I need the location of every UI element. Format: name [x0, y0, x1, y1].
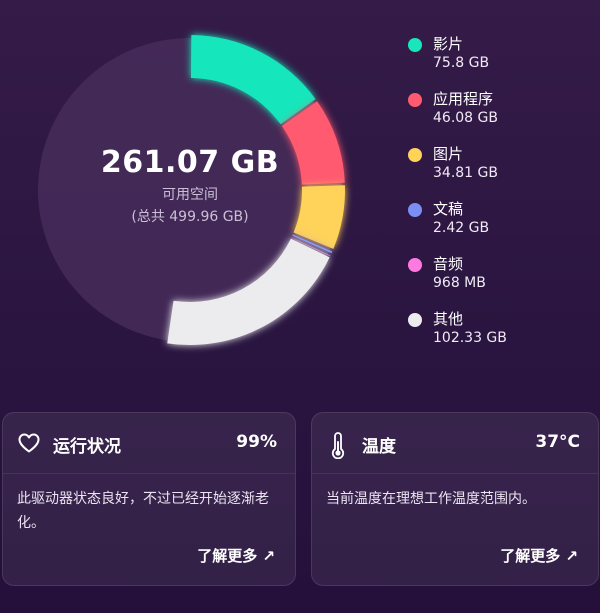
temperature-description: 当前温度在理想工作温度范围内。 [326, 491, 536, 507]
total-capacity-label: (总共 499.96 GB) [131, 209, 249, 225]
temperature-value: 37°C [535, 432, 580, 452]
health-description: 此驱动器状态良好，不过已经开始逐渐老化。 [17, 491, 269, 531]
legend-label: 应用程序 [433, 90, 494, 108]
legend-dot-other [408, 313, 422, 327]
free-space-summary: 261.07 GB 可用空间 (总共 499.96 GB) [80, 145, 300, 226]
legend-item-photos: 图片 34.81 GB [408, 143, 588, 198]
free-space-label: 可用空间 [162, 187, 218, 203]
legend-item-other: 其他 102.33 GB [408, 308, 588, 363]
legend-item-movies: 影片 75.8 GB [408, 33, 588, 88]
legend-dot-apps [408, 93, 422, 107]
heart-icon [17, 431, 41, 459]
legend-dot-audio [408, 258, 422, 272]
storage-legend: 影片 75.8 GB 应用程序 46.08 GB 图片 34.81 GB 文稿 … [408, 33, 588, 363]
health-title: 运行状况 [53, 437, 121, 457]
legend-label: 其他 [433, 310, 464, 328]
legend-dot-documents [408, 203, 422, 217]
legend-label: 文稿 [433, 200, 464, 218]
temperature-learn-more-link[interactable]: 了解更多 ↗ [500, 545, 578, 566]
legend-size: 968 MB [433, 275, 486, 291]
legend-dot-movies [408, 38, 422, 52]
health-value: 99% [236, 432, 277, 452]
temperature-title: 温度 [362, 437, 396, 457]
legend-label: 图片 [433, 145, 464, 163]
legend-label: 音频 [433, 255, 464, 273]
legend-label: 影片 [433, 35, 464, 53]
legend-size: 75.8 GB [433, 55, 490, 71]
free-space-value: 261.07 GB [100, 145, 280, 180]
thermometer-icon [326, 431, 350, 463]
legend-item-apps: 应用程序 46.08 GB [408, 88, 588, 143]
legend-size: 2.42 GB [433, 220, 490, 236]
legend-size: 102.33 GB [433, 330, 507, 346]
legend-item-audio: 音频 968 MB [408, 253, 588, 308]
legend-size: 46.08 GB [433, 110, 498, 126]
health-learn-more-link[interactable]: 了解更多 ↗ [197, 545, 275, 566]
temperature-card-header: 温度 37°C [312, 413, 598, 474]
temperature-card: 温度 37°C 当前温度在理想工作温度范围内。 了解更多 ↗ [311, 412, 599, 586]
legend-dot-photos [408, 148, 422, 162]
health-card: 运行状况 99% 此驱动器状态良好，不过已经开始逐渐老化。 了解更多 ↗ [2, 412, 296, 586]
legend-item-documents: 文稿 2.42 GB [408, 198, 588, 253]
health-card-header: 运行状况 99% [3, 413, 295, 474]
legend-size: 34.81 GB [433, 165, 498, 181]
